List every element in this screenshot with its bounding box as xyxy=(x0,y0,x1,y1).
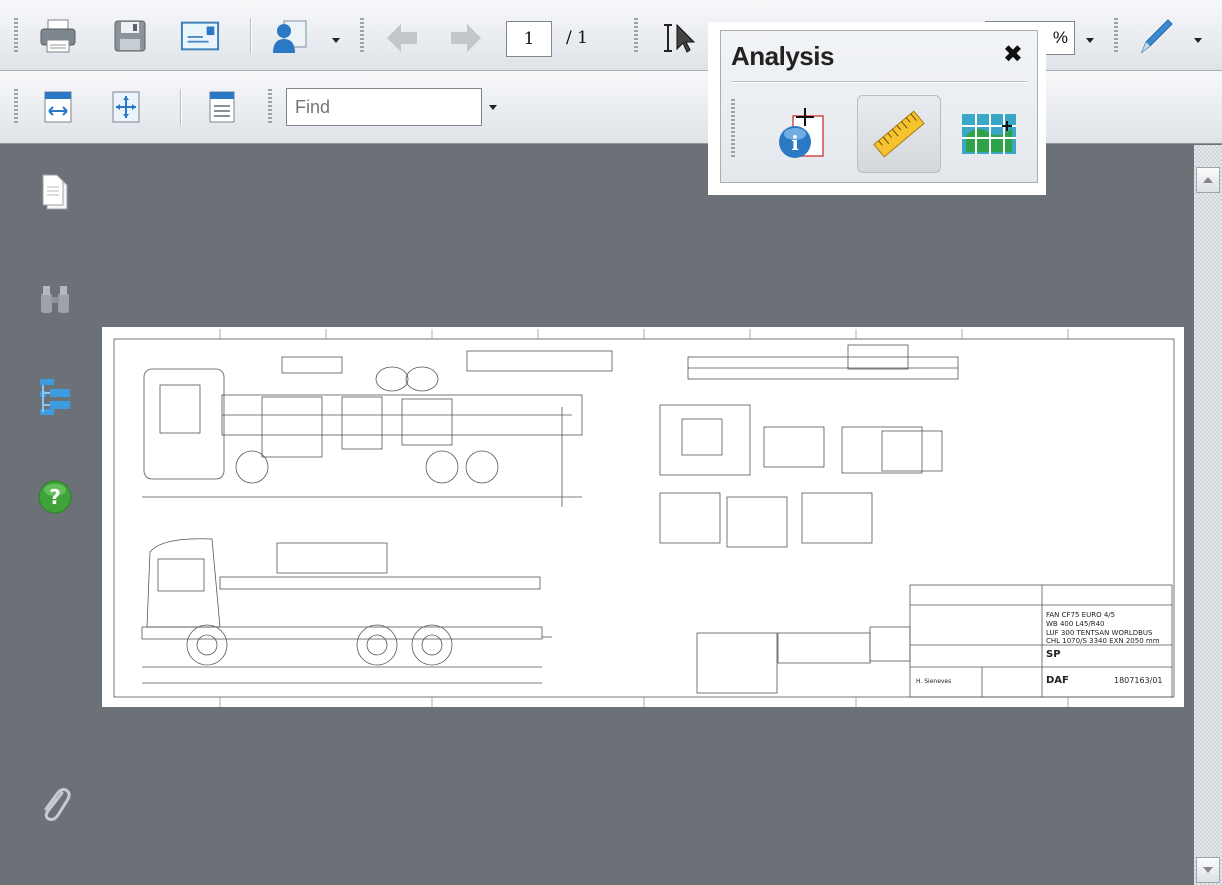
attachments-paperclip-icon[interactable] xyxy=(34,782,76,824)
email-icon[interactable] xyxy=(180,16,220,56)
sign-dropdown-icon[interactable] xyxy=(1194,38,1202,43)
document-page[interactable]: FAN CF75 EURO 4/5 WB 400 L45/R40 LUF 300… xyxy=(102,327,1184,707)
collaborate-dropdown-icon[interactable] xyxy=(332,38,340,43)
panel-grip[interactable] xyxy=(731,99,735,159)
close-icon[interactable]: ✖ xyxy=(1003,43,1023,67)
toolbar-separator xyxy=(180,89,181,125)
svg-text:i: i xyxy=(791,131,799,155)
drawing-number: 1807163/01 xyxy=(1114,676,1163,685)
previous-page-icon[interactable] xyxy=(382,18,422,58)
divider xyxy=(731,81,1027,82)
help-icon[interactable]: ? xyxy=(34,476,76,518)
page-number-field[interactable]: 1 xyxy=(506,21,552,57)
title-block-line4: CHL 1070/S 3340 EXN 2050 mm xyxy=(1046,637,1160,645)
title-block-line3: LUF 300 TENTSAN WORLDBUS xyxy=(1046,629,1153,637)
print-icon[interactable] xyxy=(38,16,78,56)
save-icon[interactable] xyxy=(110,16,150,56)
fit-width-icon[interactable] xyxy=(38,87,78,127)
collaborate-icon[interactable] xyxy=(270,16,310,56)
toolbar-grip[interactable] xyxy=(1114,18,1118,54)
technical-drawing: FAN CF75 EURO 4/5 WB 400 L45/R40 LUF 300… xyxy=(113,329,1175,707)
toolbar-grip[interactable] xyxy=(14,89,18,125)
search-binoculars-icon[interactable] xyxy=(34,278,76,320)
toolbar-grip[interactable] xyxy=(14,18,18,54)
scroll-up-button[interactable] xyxy=(1196,167,1220,193)
analysis-panel: Analysis ✖ i xyxy=(708,22,1046,195)
next-page-icon[interactable] xyxy=(446,18,486,58)
select-tool-icon[interactable] xyxy=(660,18,700,58)
fit-page-icon[interactable] xyxy=(106,87,146,127)
sign-pen-icon[interactable] xyxy=(1136,16,1176,56)
toolbar-grip[interactable] xyxy=(360,18,364,54)
analysis-panel-title: Analysis xyxy=(731,41,834,71)
pages-icon[interactable] xyxy=(34,172,76,214)
analysis-panel-body: Analysis ✖ i xyxy=(720,30,1038,183)
geospatial-location-tool-icon[interactable] xyxy=(947,95,1031,173)
find-dropdown-icon[interactable] xyxy=(489,105,497,110)
page-total-label: / 1 xyxy=(566,28,588,48)
bookmarks-tree-icon[interactable] xyxy=(34,376,76,418)
zoom-dropdown-icon[interactable] xyxy=(1086,38,1094,43)
scroll-down-button[interactable] xyxy=(1196,857,1220,883)
measuring-tool-icon[interactable] xyxy=(857,95,941,173)
toolbar-grip[interactable] xyxy=(634,18,638,54)
svg-text:?: ? xyxy=(49,485,61,509)
object-data-tool-icon[interactable]: i xyxy=(759,95,843,173)
title-block-line2: WB 400 L45/R40 xyxy=(1046,620,1104,628)
vertical-scrollbar[interactable] xyxy=(1194,145,1222,885)
title-block-line1: FAN CF75 EURO 4/5 xyxy=(1046,611,1115,619)
drawer-name: H. Sieneves xyxy=(916,678,951,685)
brand-mark: DAF xyxy=(1046,675,1069,686)
toolbar-grip[interactable] xyxy=(268,89,272,125)
sheet-code: SP xyxy=(1046,649,1061,660)
single-page-icon[interactable] xyxy=(202,87,242,127)
toolbar-separator xyxy=(250,18,251,54)
find-input[interactable] xyxy=(286,88,482,126)
